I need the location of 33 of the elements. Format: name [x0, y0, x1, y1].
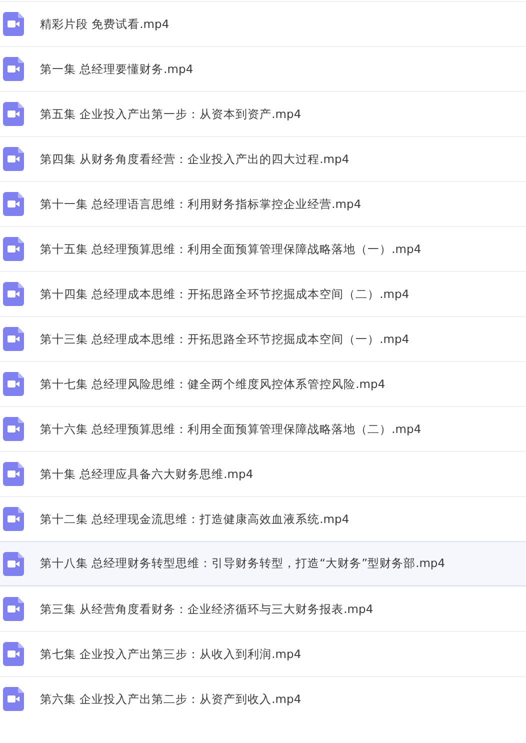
- video-file-icon: [3, 12, 24, 36]
- file-name: 第十三集 总经理成本思维：开拓思路全环节挖掘成本空间（一）.mp4: [40, 332, 410, 346]
- file-name: 第十五集 总经理预算思维：利用全面预算管理保障战略落地（一）.mp4: [40, 242, 422, 256]
- file-name: 第五集 企业投入产出第一步：从资本到资产.mp4: [40, 106, 302, 122]
- file-name: 第十八集 总经理财务转型思维：引导财务转型，打造“大财务”型财务部.mp4: [40, 556, 446, 571]
- video-file-icon: [3, 687, 24, 711]
- file-name: 第四集 从财务角度看经营：企业投入产出的四大过程.mp4: [40, 152, 350, 166]
- video-file-icon: [3, 327, 24, 351]
- video-file-icon: [3, 372, 24, 396]
- file-row[interactable]: 第十八集 总经理财务转型思维：引导财务转型，打造“大财务”型财务部.mp4: [0, 541, 526, 586]
- file-name: 第七集 企业投入产出第三步：从收入到利润.mp4: [40, 646, 302, 662]
- video-file-icon: [3, 102, 24, 126]
- file-name: 第十四集 总经理成本思维：开拓思路全环节挖掘成本空间（二）.mp4: [40, 286, 410, 302]
- video-file-icon: [3, 192, 24, 216]
- file-name: 第十二集 总经理现金流思维：打造健康高效血液系统.mp4: [40, 512, 350, 526]
- video-file-icon: [3, 507, 24, 531]
- video-file-icon: [3, 417, 24, 441]
- video-file-icon: [3, 552, 24, 576]
- file-name: 精彩片段 免费试看.mp4: [40, 16, 170, 32]
- video-file-icon: [3, 282, 24, 306]
- file-name: 第十六集 总经理预算思维：利用全面预算管理保障战略落地（二）.mp4: [40, 422, 422, 436]
- video-file-icon: [3, 642, 24, 666]
- video-file-icon: [3, 237, 24, 261]
- file-name: 第一集 总经理要懂财务.mp4: [40, 62, 194, 76]
- video-file-icon: [3, 597, 24, 621]
- file-name: 第十集 总经理应具备六大财务思维.mp4: [40, 466, 254, 482]
- file-name: 第十七集 总经理风险思维：健全两个维度风控体系管控风险.mp4: [40, 376, 386, 392]
- video-file-icon: [3, 462, 24, 486]
- file-name: 第三集 从经营角度看财务：企业经济循环与三大财务报表.mp4: [40, 602, 374, 616]
- video-file-icon: [3, 57, 24, 81]
- file-name: 第十一集 总经理语言思维：利用财务指标掌控企业经营.mp4: [40, 196, 362, 212]
- file-name: 第六集 企业投入产出第二步：从资产到收入.mp4: [40, 692, 302, 706]
- video-file-icon: [3, 147, 24, 171]
